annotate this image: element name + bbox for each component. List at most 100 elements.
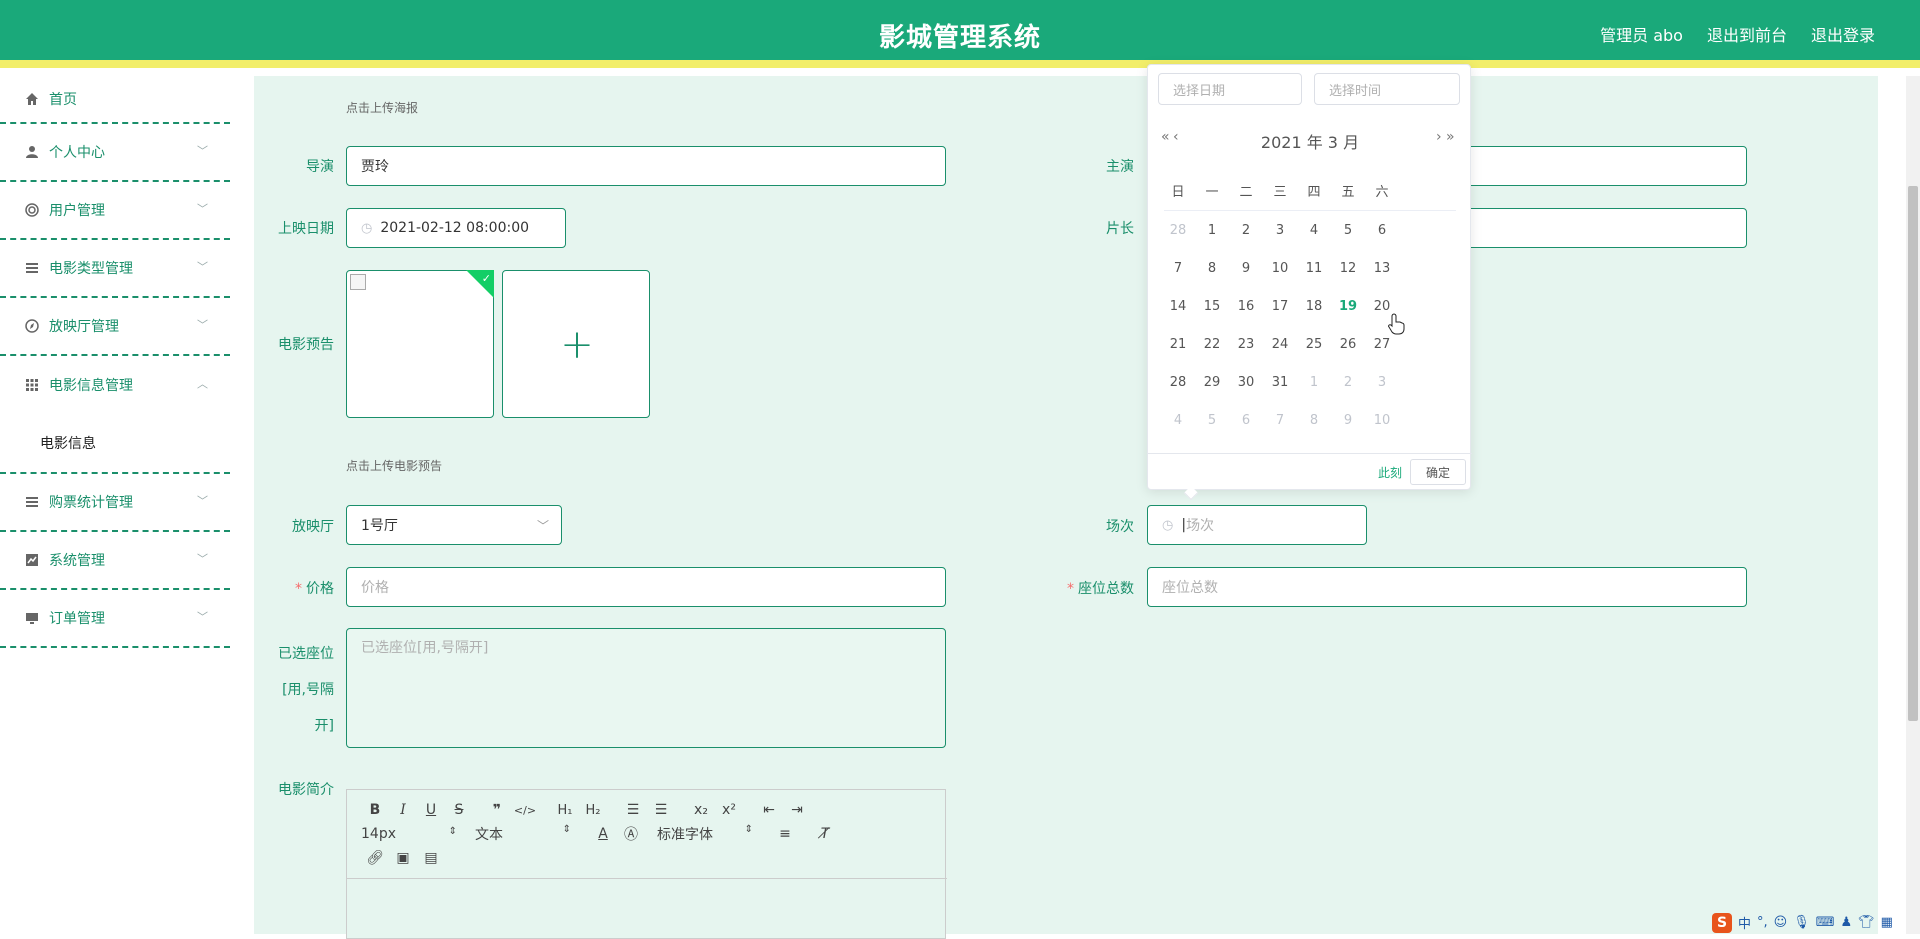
superscript-icon[interactable]: x²: [715, 802, 743, 818]
calendar-day[interactable]: 20: [1364, 299, 1400, 314]
calendar-day[interactable]: 8: [1296, 413, 1332, 428]
calendar-day[interactable]: 31: [1262, 375, 1298, 390]
calendar-day[interactable]: 29: [1194, 375, 1230, 390]
calendar-day[interactable]: 28: [1160, 375, 1196, 390]
calendar-day[interactable]: 4: [1160, 413, 1196, 428]
picker-time-input[interactable]: 选择时间: [1314, 73, 1460, 105]
ime-mode[interactable]: 中: [1738, 913, 1751, 932]
skin-icon[interactable]: 👕︎: [1858, 915, 1875, 930]
clear-format-icon[interactable]: T̸: [811, 826, 839, 842]
outdent-icon[interactable]: ⇤: [755, 802, 783, 818]
director-input[interactable]: 贾玲: [346, 146, 946, 186]
calendar-day[interactable]: 17: [1262, 299, 1298, 314]
calendar-day[interactable]: 28: [1160, 223, 1196, 238]
calendar-day[interactable]: 21: [1160, 337, 1196, 352]
video-icon[interactable]: ▤: [417, 850, 445, 866]
strike-icon[interactable]: S: [445, 802, 473, 818]
calendar-day[interactable]: 11: [1296, 261, 1332, 276]
calendar-day[interactable]: 24: [1262, 337, 1298, 352]
ime-logo-icon[interactable]: S: [1712, 912, 1732, 933]
page-scrollbar[interactable]: [1906, 76, 1920, 934]
text-format-select[interactable]: 文本 ⇕: [475, 824, 571, 844]
trailer-upload-button[interactable]: +: [502, 270, 650, 418]
font-family-select[interactable]: 标准字体 ⇕: [657, 824, 753, 844]
h2-icon[interactable]: H₂: [579, 803, 607, 818]
calendar-day[interactable]: 19: [1330, 299, 1366, 314]
background-color-icon[interactable]: Ⓐ: [617, 824, 645, 844]
calendar-day[interactable]: 3: [1262, 223, 1298, 238]
calendar-day[interactable]: 30: [1228, 375, 1264, 390]
calendar-day[interactable]: 13: [1364, 261, 1400, 276]
sidebar-item-movie-info[interactable]: 电影信息管理 ︿: [0, 356, 230, 414]
calendar-day[interactable]: 7: [1160, 261, 1196, 276]
calendar-day[interactable]: 10: [1262, 261, 1298, 276]
align-icon[interactable]: ≡: [771, 826, 799, 842]
mic-icon[interactable]: 🎙︎: [1793, 915, 1810, 930]
hall-select[interactable]: 1号厅 ﹀: [346, 505, 562, 545]
font-size-select[interactable]: 14px ⇕: [361, 826, 457, 842]
calendar-day[interactable]: 26: [1330, 337, 1366, 352]
ordered-list-icon[interactable]: ☰: [619, 802, 647, 818]
image-icon[interactable]: ▣: [389, 850, 417, 866]
calendar-day[interactable]: 2: [1228, 223, 1264, 238]
calendar-day[interactable]: 5: [1330, 223, 1366, 238]
link-icon[interactable]: 🔗︎: [361, 850, 389, 866]
calendar-day[interactable]: 4: [1296, 223, 1332, 238]
confirm-button[interactable]: 确定: [1410, 459, 1466, 485]
calendar-day[interactable]: 1: [1194, 223, 1230, 238]
calendar-day[interactable]: 6: [1364, 223, 1400, 238]
sidebar-item-system[interactable]: 系统管理 ﹀: [0, 532, 230, 590]
h1-icon[interactable]: H₁: [551, 803, 579, 818]
code-icon[interactable]: </>: [511, 804, 539, 817]
calendar-day[interactable]: 3: [1364, 375, 1400, 390]
sidebar-item-movie-types[interactable]: 电影类型管理 ﹀: [0, 240, 230, 298]
underline-icon[interactable]: U: [417, 802, 445, 818]
calendar-day[interactable]: 25: [1296, 337, 1332, 352]
trailer-uploaded-thumb[interactable]: ✓: [346, 270, 494, 418]
calendar-day[interactable]: 12: [1330, 261, 1366, 276]
calendar-day[interactable]: 10: [1364, 413, 1400, 428]
quote-icon[interactable]: ❞: [483, 802, 511, 818]
calendar-day[interactable]: 9: [1228, 261, 1264, 276]
now-button[interactable]: 此刻: [1378, 464, 1402, 481]
picker-date-input[interactable]: 选择日期: [1158, 73, 1302, 105]
calendar-day[interactable]: 27: [1364, 337, 1400, 352]
logout-link[interactable]: 退出登录: [1811, 22, 1875, 46]
emoji-icon[interactable]: ☺: [1774, 915, 1788, 930]
release-date-input[interactable]: ◷ 2021-02-12 08:00:00: [346, 208, 566, 248]
italic-icon[interactable]: I: [389, 802, 417, 818]
calendar-day[interactable]: 16: [1228, 299, 1264, 314]
bullet-list-icon[interactable]: ☰: [647, 802, 675, 818]
bold-icon[interactable]: B: [361, 802, 389, 818]
calendar-day[interactable]: 14: [1160, 299, 1196, 314]
price-input[interactable]: 价格: [346, 567, 946, 607]
calendar-day[interactable]: 1: [1296, 375, 1332, 390]
user-icon[interactable]: ♟: [1841, 915, 1853, 930]
sidebar-item-halls[interactable]: 放映厅管理 ﹀: [0, 298, 230, 356]
font-color-icon[interactable]: A: [589, 826, 617, 842]
punctuation-mode[interactable]: °,: [1757, 915, 1768, 930]
subscript-icon[interactable]: x₂: [687, 802, 715, 818]
calendar-day[interactable]: 22: [1194, 337, 1230, 352]
selected-seats-textarea[interactable]: 已选座位[用,号隔开]: [346, 628, 946, 748]
calendar-day[interactable]: 15: [1194, 299, 1230, 314]
calendar-day[interactable]: 8: [1194, 261, 1230, 276]
calendar-day[interactable]: 7: [1262, 413, 1298, 428]
calendar-day[interactable]: 23: [1228, 337, 1264, 352]
sidebar-item-home[interactable]: 首页: [0, 76, 230, 124]
sidebar-item-profile[interactable]: 个人中心 ﹀: [0, 124, 230, 182]
keyboard-icon[interactable]: ⌨: [1816, 915, 1835, 930]
calendar-day[interactable]: 6: [1228, 413, 1264, 428]
seats-input[interactable]: 座位总数: [1147, 567, 1747, 607]
calendar-day[interactable]: 18: [1296, 299, 1332, 314]
next-year-icon[interactable]: »: [1446, 129, 1455, 145]
grid-icon[interactable]: ▦: [1881, 915, 1893, 930]
next-month-icon[interactable]: ›: [1436, 129, 1442, 145]
sidebar-item-users[interactable]: 用户管理 ﹀: [0, 182, 230, 240]
calendar-day[interactable]: 2: [1330, 375, 1366, 390]
calendar-day[interactable]: 5: [1194, 413, 1230, 428]
scrollbar-thumb[interactable]: [1908, 186, 1918, 721]
session-input[interactable]: ◷ | 场次: [1147, 505, 1367, 545]
sidebar-item-ticket-stats[interactable]: 购票统计管理 ﹀: [0, 474, 230, 532]
calendar-day[interactable]: 9: [1330, 413, 1366, 428]
